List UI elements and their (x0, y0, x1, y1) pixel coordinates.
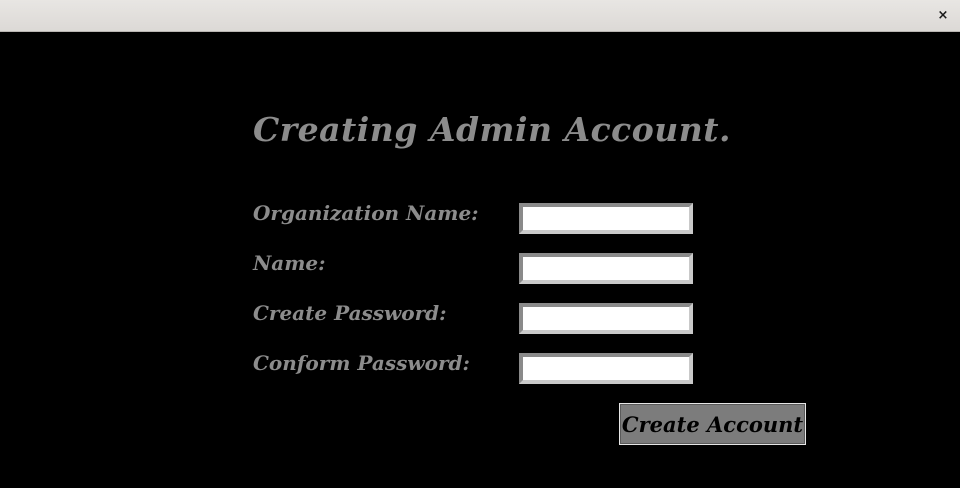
confirm-password-input[interactable] (519, 353, 693, 384)
name-input[interactable] (519, 253, 693, 284)
name-label: Name: (253, 251, 326, 275)
create-password-label: Create Password: (253, 301, 447, 325)
admin-account-panel: Creating Admin Account. Organization Nam… (0, 33, 960, 488)
close-icon[interactable]: × (932, 4, 954, 26)
page-title: Creating Admin Account. (253, 110, 731, 149)
create-account-button[interactable]: Create Account (619, 403, 806, 445)
organization-name-input[interactable] (519, 203, 693, 234)
confirm-password-label: Conform Password: (253, 351, 470, 375)
organization-name-label: Organization Name: (253, 201, 479, 225)
window-titlebar: × (0, 0, 960, 32)
create-password-input[interactable] (519, 303, 693, 334)
